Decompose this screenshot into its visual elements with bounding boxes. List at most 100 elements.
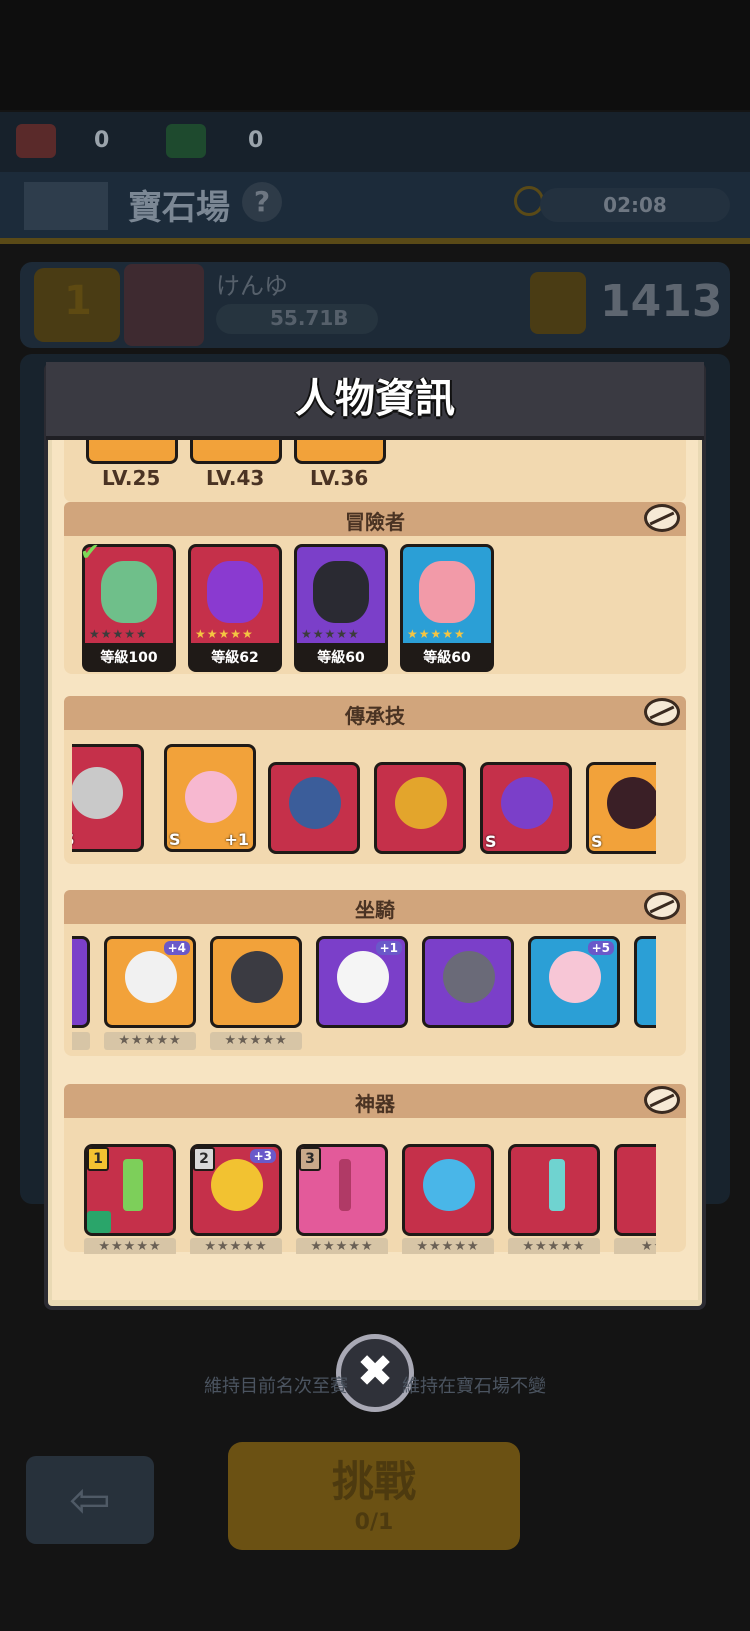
adventurer-level: 等級62 [211,650,259,666]
arena-title: 寶石場 [128,188,230,228]
legacy-skill-card[interactable]: S +1 [164,744,256,852]
hide-eye-icon[interactable] [644,504,680,532]
star-rating: ★★★★★ [301,627,360,641]
pet-card[interactable] [294,440,386,464]
blue-fish-art [289,777,341,829]
star-rating: ★★★★★ [89,627,148,641]
winged-pig-mount-art [549,951,601,1003]
slot-number: 3 [299,1147,321,1171]
hooded-bear-art [395,777,447,829]
mount-card[interactable] [634,936,656,1028]
trophy-shield-icon [530,272,586,334]
cow-mount-art [125,951,177,1003]
mounts-section: 坐騎 ★ +4 ★★★★★ ★★★★★ +1 +5 [64,890,686,1056]
challenge-tickets: 0/1 [354,1510,394,1535]
pet-card[interactable] [86,440,178,464]
rank-number: 1 [64,278,92,324]
plus-badge: +5 [587,941,614,955]
dark-creature-art [607,777,656,829]
legacy-skill-card[interactable]: S [586,762,656,854]
ticket-count: 0 [94,128,110,153]
jester-queen-art [185,771,237,823]
player-score: 1413 [600,276,723,327]
star-rating: ★★★★★ [407,627,466,641]
adventurer-card[interactable]: ★★★★★ 等級60 [400,544,494,672]
hide-eye-icon[interactable] [644,1086,680,1114]
mounts-scroller[interactable]: ★ +4 ★★★★★ ★★★★★ +1 +5 [72,936,656,1056]
mount-stars: ★★★★★ [210,1032,302,1050]
equipped-user-icon [87,1211,111,1233]
penguin-ninja-art [313,561,369,623]
artifact-card[interactable] [402,1144,494,1236]
mount-card[interactable] [422,936,514,1028]
mount-card[interactable] [210,936,302,1028]
katana-art [339,1159,351,1211]
ranking-hint-text: 維持目前名次至賽 維持在寶石場不變 [204,1376,546,1397]
pet-card[interactable] [190,440,282,464]
slot-number: 1 [87,1147,109,1171]
mount-card[interactable]: +4 [104,936,196,1028]
adventurers-title: 冒險者 [345,510,405,534]
seal-mount-art [443,951,495,1003]
artifact-stars: ★★★★★ [508,1238,600,1254]
legacy-skill-card[interactable] [268,762,360,854]
plus-badge: +3 [249,1149,276,1163]
artifact-card[interactable] [614,1144,656,1236]
plus-badge: +1 [224,830,249,849]
rank-badge: S [485,832,497,851]
slot-number: 2 [193,1147,215,1171]
mount-card[interactable] [72,936,90,1028]
check-icon: ✔ [80,538,101,566]
adventurer-card[interactable]: ★★★★★ 等級60 [294,544,388,672]
crystal-sword-art [549,1159,565,1211]
artifact-card[interactable]: 1 [84,1144,176,1236]
artifact-card[interactable] [508,1144,600,1236]
power-value: 55.71B [270,306,349,330]
lightning-bolt-art [423,1159,475,1211]
gorilla-mount-art [231,951,283,1003]
pelican-mount-art [337,951,389,1003]
legacy-skill-card[interactable] [374,762,466,854]
artifacts-scroller[interactable]: 1 ★★★★★ 2 +3 ★★★★★ 3 ★★★★★ ★★★★★ ★★★★★ ★ [72,1144,656,1254]
dialog-content[interactable]: LV.25 LV.43 LV.36 冒險者 ★★★★★ 等級100 ✔ ★★★★… [52,440,698,1300]
armored-knight-art [72,767,123,819]
hide-eye-icon[interactable] [644,892,680,920]
artifacts-title: 神器 [355,1092,395,1116]
adventurer-level: 等級100 [100,650,158,666]
star-rating: ★★★★★ [195,627,254,641]
hide-eye-icon[interactable] [644,698,680,726]
legacy-skills-section: 傳承技 S S +1 S S [64,696,686,864]
legacy-skill-card[interactable]: S [72,744,144,852]
help-icon[interactable]: ? [242,182,282,222]
mount-stars: ★★★★★ [104,1032,196,1050]
legacy-skills-scroller[interactable]: S S +1 S S [72,744,656,864]
artifact-card[interactable]: 2 +3 [190,1144,282,1236]
gem-count: 0 [248,128,264,153]
golden-key-staff-art [211,1159,263,1211]
back-arrow-icon[interactable]: ⇦ [26,1456,154,1544]
gem-plus-icon[interactable] [166,124,206,158]
adventurers-section: 冒險者 ★★★★★ 等級100 ✔ ★★★★★ 等級62 ★★★★★ 等級60 … [64,502,686,674]
adventurer-level: 等級60 [317,650,365,666]
artifact-stars: ★★★★★ [296,1238,388,1254]
pink-pig-art [419,561,475,623]
plus-badge: +4 [163,941,190,955]
ticket-plus-icon[interactable] [16,124,56,158]
mount-card[interactable]: +5 [528,936,620,1028]
rank-badge: S [169,830,181,849]
pet-level: LV.43 [206,466,265,490]
mount-stars: ★ [72,1032,90,1050]
artifact-stars: ★★★★★ [84,1238,176,1254]
mount-card[interactable]: +1 [316,936,408,1028]
artifacts-section: 神器 1 ★★★★★ 2 +3 ★★★★★ 3 ★★★★★ ★★★★★ ★★★★… [64,1084,686,1254]
pets-section: LV.25 LV.43 LV.36 [64,440,686,502]
player-row[interactable]: 1 けんゆ 55.71B 1413 [20,262,730,348]
legacy-skills-title: 傳承技 [345,704,405,728]
artifact-card[interactable]: 3 [296,1144,388,1236]
artifact-stars: ★★★ [614,1238,656,1254]
adventurer-level: 等級60 [423,650,471,666]
adventurer-card[interactable]: ★★★★★ 等級62 [188,544,282,672]
legacy-skill-card[interactable]: S [480,762,572,854]
pet-level: LV.36 [310,466,369,490]
artifact-stars: ★★★★★ [190,1238,282,1254]
